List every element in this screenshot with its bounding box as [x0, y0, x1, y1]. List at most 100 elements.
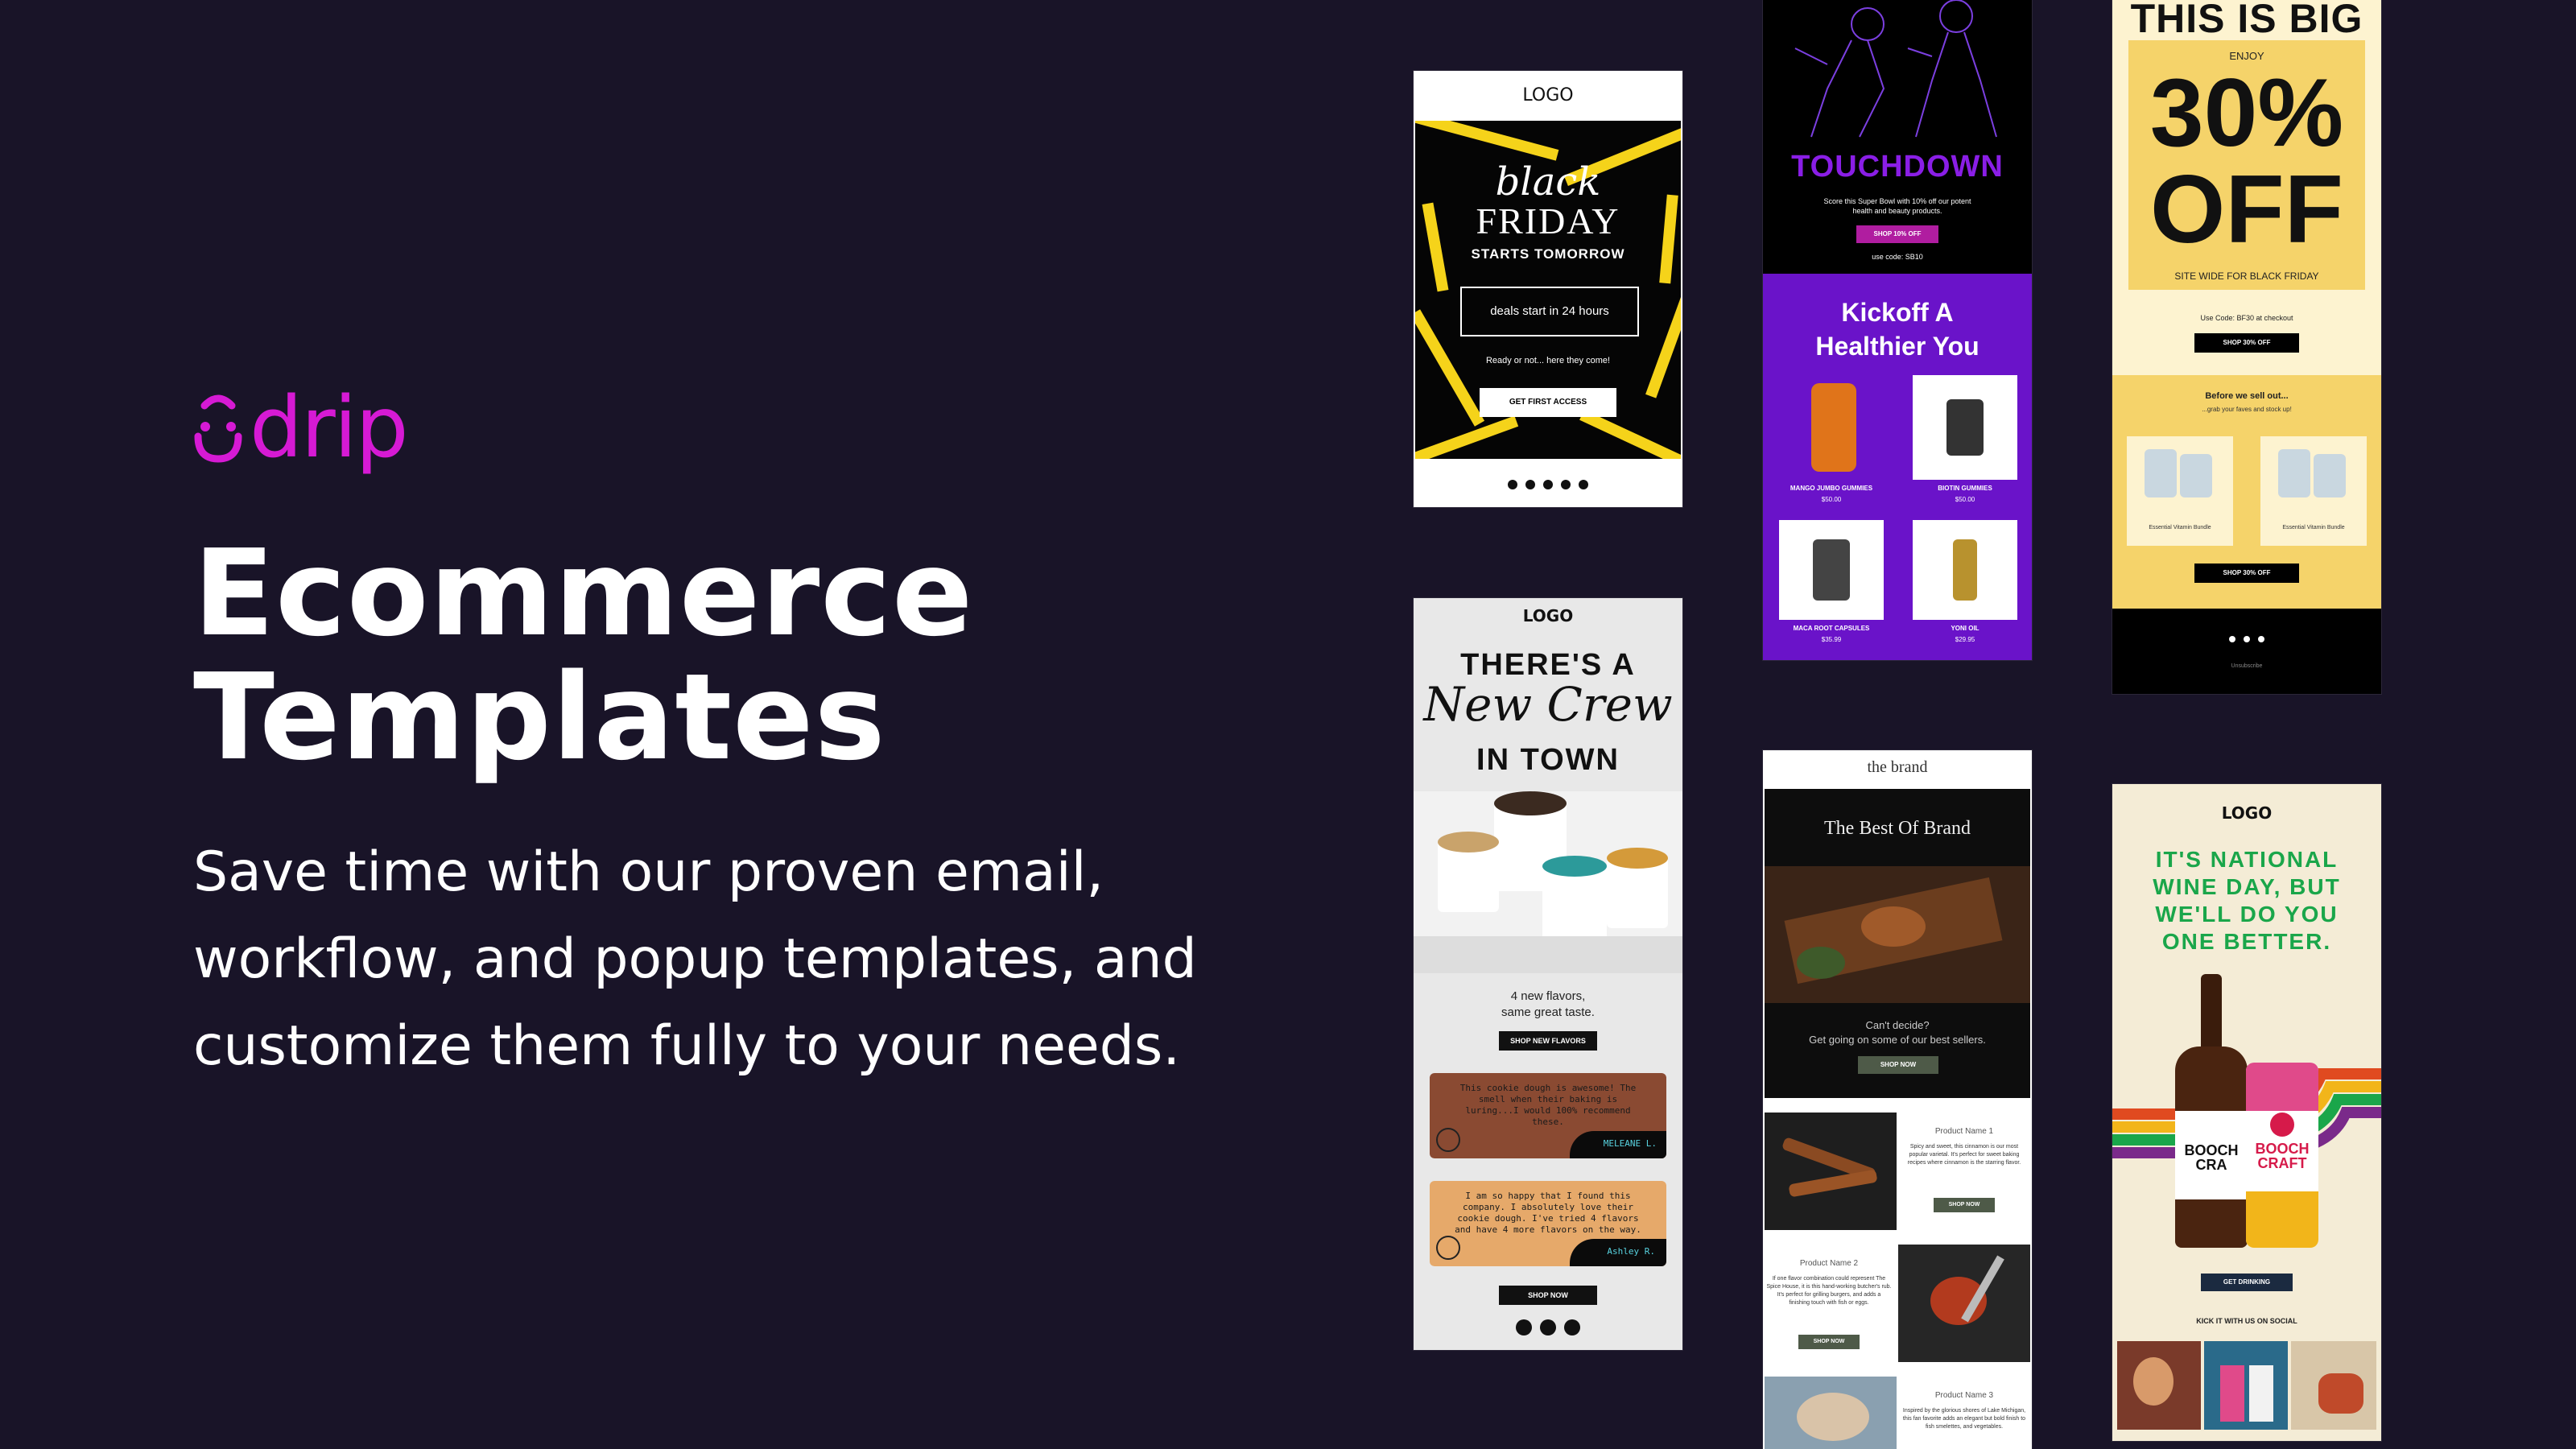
- shop-30-off-button[interactable]: SHOP 30% OFF: [2194, 564, 2299, 583]
- before-title: Before we sell out...: [2205, 391, 2289, 401]
- brand-hero: The Best Of Brand Can't decide? Get goin…: [1765, 789, 2030, 1098]
- youtube-icon[interactable]: [1564, 1319, 1580, 1335]
- site-wide-label: SITE WIDE FOR BLACK FRIDAY: [2174, 270, 2319, 282]
- product-name: Product Name 3: [1934, 1391, 1994, 1400]
- food-photo: [1765, 866, 2030, 1003]
- review-card-2: I am so happy that I found this company.…: [1430, 1181, 1666, 1266]
- facebook-icon[interactable]: [1508, 480, 1517, 489]
- can: BOOCH CRAFT: [2246, 1063, 2318, 1248]
- template-card-the-brand[interactable]: the brand The Best Of Brand Can't decide…: [1763, 750, 2032, 1449]
- template-card-wine-day[interactable]: LOGO IT'S NATIONAL WINE DAY, BUT WE'LL D…: [2112, 784, 2381, 1441]
- ready-text: Ready or not... here they come!: [1485, 356, 1611, 365]
- product-jar: [1811, 383, 1856, 472]
- review-text: This cookie dough is awesome! The smell …: [1459, 1083, 1637, 1127]
- product-name: Product Name 1: [1934, 1127, 1994, 1136]
- product-name: BIOTIN GUMMIES: [1938, 485, 1992, 492]
- drip-wordmark: drip: [250, 378, 409, 477]
- get-first-access-button[interactable]: GET FIRST ACCESS: [1480, 388, 1616, 417]
- hero-line-2: WINE DAY, BUT: [2153, 874, 2341, 899]
- product-name: Product Name 2: [1799, 1259, 1859, 1268]
- product-jar: [1813, 539, 1850, 601]
- product-tile[interactable]: [1913, 375, 2017, 480]
- product-tile[interactable]: [1779, 375, 1884, 480]
- product-photo-seasoning: [1765, 1377, 1897, 1449]
- can-label: BOOCH CRAFT: [2255, 1141, 2310, 1171]
- page-title: Ecommerce Templates: [193, 531, 973, 779]
- social-icons: [2112, 636, 2381, 642]
- tagline-line-2: same great taste.: [1501, 1005, 1595, 1019]
- hero-banner: ENJOY 30% OFF SITE WIDE FOR BLACK FRIDAY: [2128, 40, 2365, 290]
- product-price: $50.00: [1955, 496, 1975, 503]
- page-title-line-2: Templates: [193, 648, 886, 786]
- product-tile[interactable]: [1779, 520, 1884, 620]
- hero-subtitle: Get going on some of our best sellers.: [1809, 1034, 1986, 1046]
- deals-box: deals start in 24 hours: [1460, 287, 1639, 336]
- bottle-label: BOOCH CRA: [2184, 1142, 2239, 1173]
- product-section: Kickoff A Healthier You MANGO JUMBO GUMM…: [1763, 274, 2032, 660]
- product-price: $50.00: [1821, 496, 1842, 503]
- sale-tape: [1415, 121, 1559, 161]
- hero-script: New Crew: [1423, 677, 1673, 732]
- product-price: $35.99: [1821, 636, 1842, 643]
- cookie-icon: [1436, 1236, 1460, 1260]
- product-name: MANGO JUMBO GUMMIES: [1790, 485, 1873, 492]
- hero-top-text: THIS IS BIG: [2130, 0, 2363, 41]
- subtitle-line-3: customize them fully to your needs.: [193, 1014, 1180, 1078]
- template-card-touchdown[interactable]: TOUCHDOWN Score this Super Bowl with 10%…: [1763, 0, 2032, 660]
- shop-now-button[interactable]: SHOP NOW: [1858, 1056, 1938, 1074]
- review-author-badge: MELEANE L.: [1570, 1131, 1666, 1158]
- promo-code: use code: SB10: [1872, 253, 1923, 261]
- page-subtitle: Save time with our proven email, workflo…: [193, 829, 1240, 1090]
- hero-line-4: ONE BETTER.: [2161, 929, 2332, 954]
- can-logo-icon: [2270, 1113, 2294, 1137]
- shop-now-button[interactable]: SHOP NOW: [1934, 1198, 1995, 1212]
- football-players-illustration: [1763, 0, 2032, 145]
- review-author-badge: Ashley R.: [1570, 1239, 1666, 1266]
- instagram-icon[interactable]: [2244, 636, 2250, 642]
- social-photo-strip: [2117, 1341, 2376, 1430]
- card-logo: LOGO: [1522, 606, 1574, 625]
- review-author: MELEANE L.: [1603, 1138, 1657, 1149]
- hero-title: TOUCHDOWN: [1791, 150, 2004, 184]
- hero-title: The Best Of Brand: [1824, 818, 1971, 839]
- review-text: I am so happy that I found this company.…: [1455, 1191, 1641, 1235]
- black-friday-hero: black FRIDAY STARTS TOMORROW deals start…: [1415, 121, 1681, 459]
- bundle-tile[interactable]: Essential Vitamin Bundle: [2260, 436, 2367, 546]
- bundle-name: Essential Vitamin Bundle: [2149, 525, 2211, 530]
- shop-new-flavors-button[interactable]: SHOP NEW FLAVORS: [1499, 1031, 1597, 1051]
- youtube-icon[interactable]: [2258, 636, 2264, 642]
- youtube-icon[interactable]: [1561, 480, 1571, 489]
- card-logo: the brand: [1867, 758, 1928, 776]
- bundle-tile[interactable]: Essential Vitamin Bundle: [2127, 436, 2233, 546]
- drip-smile-icon: [194, 394, 242, 463]
- product-desc: Inspired by the glorious shores of Lake …: [1902, 1408, 2026, 1430]
- product-photo-spice: [1898, 1245, 2030, 1362]
- template-card-30-off[interactable]: THIS IS BIG ENJOY 30% OFF SITE WIDE FOR …: [2112, 0, 2381, 694]
- unsubscribe-link[interactable]: Unsubscribe: [2112, 663, 2381, 669]
- hero-big-2: OFF: [2150, 155, 2343, 263]
- template-card-black-friday[interactable]: LOGO black FRIDAY STARTS TOMORROW deals …: [1414, 71, 1682, 507]
- product-price: $29.95: [1955, 636, 1975, 643]
- facebook-icon[interactable]: [1516, 1319, 1532, 1335]
- product-photo-cinnamon: [1765, 1113, 1897, 1230]
- facebook-icon[interactable]: [2229, 636, 2235, 642]
- shop-now-button[interactable]: SHOP NOW: [1798, 1335, 1860, 1349]
- shop-10-off-button[interactable]: SHOP 10% OFF: [1856, 225, 1938, 243]
- product-desc: Spicy and sweet, this cinnamon is our mo…: [1907, 1144, 2021, 1166]
- product-tile[interactable]: [1913, 520, 2017, 620]
- before-subtitle: ...grab your faves and stock up!: [2202, 406, 2292, 413]
- hero-line-3: IN TOWN: [1476, 743, 1620, 777]
- card-logo: LOGO: [2221, 803, 2273, 823]
- template-card-cookie-dough[interactable]: LOGO THERE'S A New Crew IN TOWN 4 new fl…: [1414, 598, 1682, 1350]
- pinterest-icon[interactable]: [1579, 480, 1588, 489]
- bottle: BOOCH CRA: [2175, 974, 2248, 1248]
- get-drinking-button[interactable]: GET DRINKING: [2201, 1274, 2293, 1291]
- shop-30-off-button[interactable]: SHOP 30% OFF: [2194, 333, 2299, 353]
- sale-tape: [1645, 273, 1681, 398]
- twitter-icon[interactable]: [1525, 480, 1535, 489]
- hero-subtitle: STARTS TOMORROW: [1471, 246, 1625, 262]
- instagram-icon[interactable]: [1543, 480, 1553, 489]
- instagram-icon[interactable]: [1540, 1319, 1556, 1335]
- product-jar: [1953, 539, 1977, 601]
- shop-now-button[interactable]: SHOP NOW: [1499, 1286, 1597, 1305]
